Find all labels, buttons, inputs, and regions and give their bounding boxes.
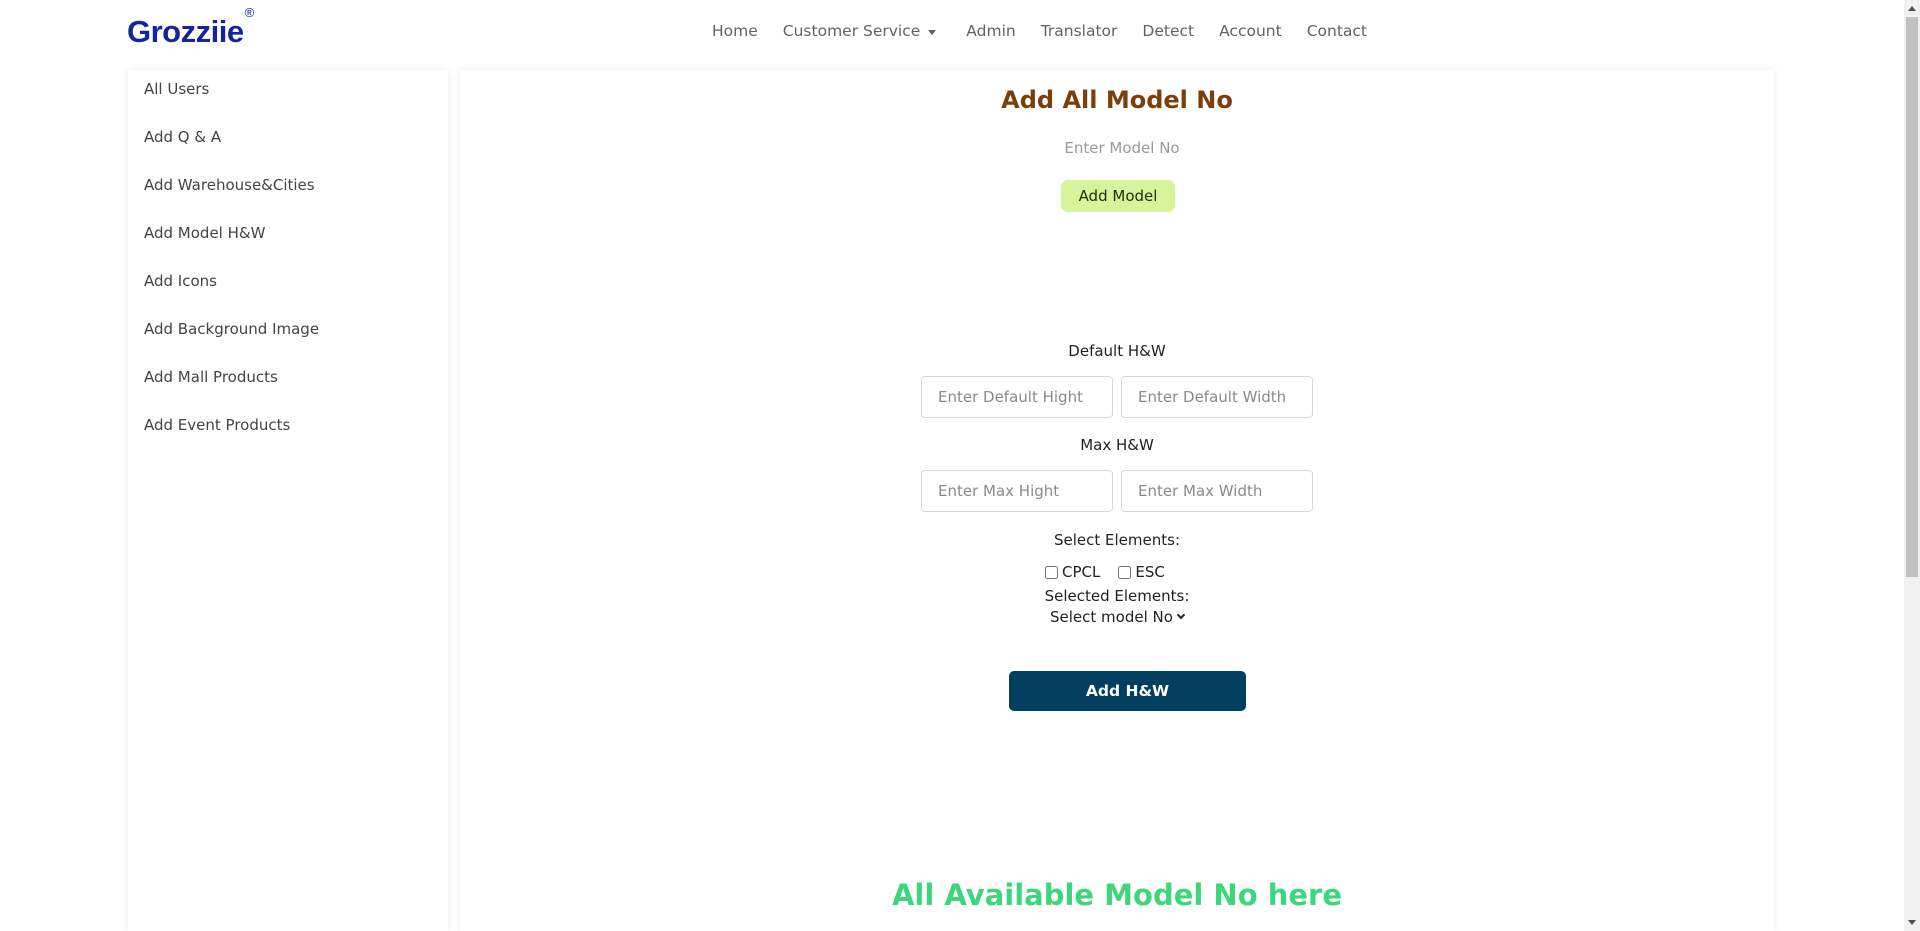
sidebar-item-add-icons[interactable]: Add Icons (144, 272, 217, 290)
scroll-down-arrow-icon[interactable] (1908, 920, 1916, 925)
nav-contact[interactable]: Contact (1307, 22, 1367, 40)
nav-detect[interactable]: Detect (1142, 22, 1194, 40)
brand-logo[interactable]: Grozziie® (127, 5, 254, 50)
chevron-down-icon (1176, 610, 1186, 620)
scroll-up-arrow-icon[interactable] (1908, 6, 1916, 11)
selected-elements-label: Selected Elements: (1044, 587, 1190, 605)
max-width-input[interactable] (1121, 470, 1313, 512)
page-scrollbar[interactable] (1904, 0, 1920, 931)
cpcl-label: CPCL (1062, 563, 1101, 581)
registered-mark: ® (244, 4, 255, 20)
nav-customer-service-dropdown[interactable]: Customer Service (783, 22, 937, 40)
sidebar-item-add-qa[interactable]: Add Q & A (144, 128, 221, 146)
cpcl-checkbox[interactable] (1045, 565, 1058, 579)
nav-customer-service-label: Customer Service (782, 22, 921, 40)
select-elements-label: Select Elements: (1053, 531, 1180, 549)
available-models-title: All Available Model No here (891, 878, 1343, 912)
nav-translator[interactable]: Translator (1041, 22, 1118, 40)
max-height-input[interactable] (921, 470, 1113, 512)
sidebar-item-add-warehouse-cities[interactable]: Add Warehouse&Cities (144, 176, 315, 194)
top-navbar: Grozziie® Home Customer Service Admin Tr… (0, 0, 1904, 70)
brand-name: Grozziie (127, 14, 244, 49)
model-no-select-value: Select model No (1050, 608, 1173, 626)
sidebar-item-add-event-products[interactable]: Add Event Products (144, 416, 290, 434)
esc-checkbox[interactable] (1118, 565, 1132, 579)
sidebar-item-add-model-hw[interactable]: Add Model H&W (144, 224, 265, 242)
sidebar-item-add-mall-products[interactable]: Add Mall Products (144, 368, 278, 386)
main-nav: Home Customer Service Admin Translator D… (712, 22, 1392, 40)
model-no-input[interactable] (1002, 134, 1242, 162)
default-hw-label: Default H&W (1068, 342, 1166, 360)
nav-admin[interactable]: Admin (966, 22, 1015, 40)
add-model-button[interactable]: Add Model (1061, 180, 1175, 212)
model-no-select[interactable]: Select model No (1050, 608, 1186, 626)
esc-label: ESC (1135, 563, 1165, 581)
sidebar-item-all-users[interactable]: All Users (144, 80, 209, 98)
nav-account[interactable]: Account (1219, 22, 1282, 40)
default-height-input[interactable] (921, 376, 1113, 418)
admin-sidebar: All Users Add Q & A Add Warehouse&Cities… (128, 70, 448, 931)
esc-option[interactable]: ESC (1118, 563, 1165, 581)
nav-home[interactable]: Home (712, 22, 758, 40)
max-hw-label: Max H&W (1080, 436, 1154, 454)
sidebar-item-add-background-image[interactable]: Add Background Image (144, 320, 319, 338)
default-width-input[interactable] (1121, 376, 1313, 418)
add-model-title: Add All Model No (1001, 86, 1233, 114)
element-checkboxes: CPCL ESC (1045, 563, 1183, 581)
scrollbar-thumb[interactable] (1906, 17, 1918, 577)
main-panel: Add All Model No Add Model Default H&W M… (460, 70, 1774, 931)
cpcl-option[interactable]: CPCL (1045, 563, 1100, 581)
add-hw-button[interactable]: Add H&W (1009, 671, 1246, 711)
caret-down-icon (928, 30, 937, 35)
